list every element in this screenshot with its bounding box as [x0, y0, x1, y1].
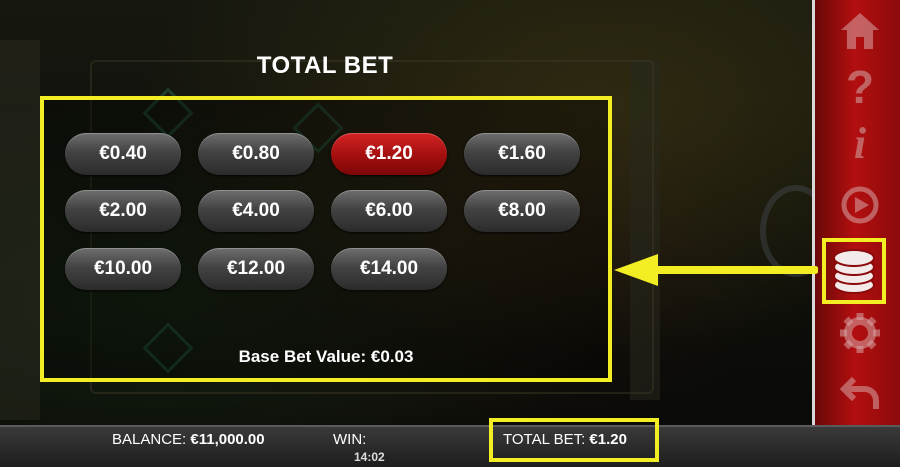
coins-icon[interactable] [822, 238, 886, 304]
autoplay-icon[interactable] [835, 180, 885, 230]
home-icon[interactable] [835, 6, 885, 56]
bet-option-button[interactable]: €6.00 [331, 190, 447, 232]
help-icon[interactable]: ? [835, 61, 885, 113]
win-label: WIN: [333, 431, 367, 448]
info-icon[interactable]: i [835, 118, 885, 168]
total-bet-title: TOTAL BET [256, 52, 394, 79]
bet-option-button[interactable]: €12.00 [198, 248, 314, 290]
total-bet-label: TOTAL BET: [503, 431, 586, 448]
total-bet-value: €1.20 [589, 431, 627, 448]
background-pillar [0, 40, 40, 420]
settings-icon[interactable] [835, 308, 885, 358]
bet-option-button-selected[interactable]: €1.20 [331, 133, 447, 175]
back-icon[interactable] [835, 368, 885, 418]
total-bet-display[interactable]: TOTAL BET: €1.20 [503, 431, 627, 448]
bet-option-button[interactable]: €1.60 [464, 133, 580, 175]
base-bet-value: Base Bet Value: €0.03 [238, 347, 414, 366]
bet-option-button[interactable]: €0.40 [65, 133, 181, 175]
bet-option-button[interactable]: €10.00 [65, 248, 181, 290]
bet-option-button[interactable]: €14.00 [331, 248, 447, 290]
balance-value: €11,000.00 [190, 431, 265, 448]
arrow-left-icon [614, 254, 818, 286]
balance-label: BALANCE: [112, 431, 187, 448]
bet-option-button[interactable]: €4.00 [198, 190, 314, 232]
bet-option-button[interactable]: €8.00 [464, 190, 580, 232]
clock: 14:02 [354, 450, 385, 464]
right-sidebar: ? i [812, 0, 900, 425]
game-logo [640, 18, 790, 68]
balance-display: BALANCE: €11,000.00 [112, 431, 265, 448]
bet-option-button[interactable]: €2.00 [65, 190, 181, 232]
bet-option-button[interactable]: €0.80 [198, 133, 314, 175]
